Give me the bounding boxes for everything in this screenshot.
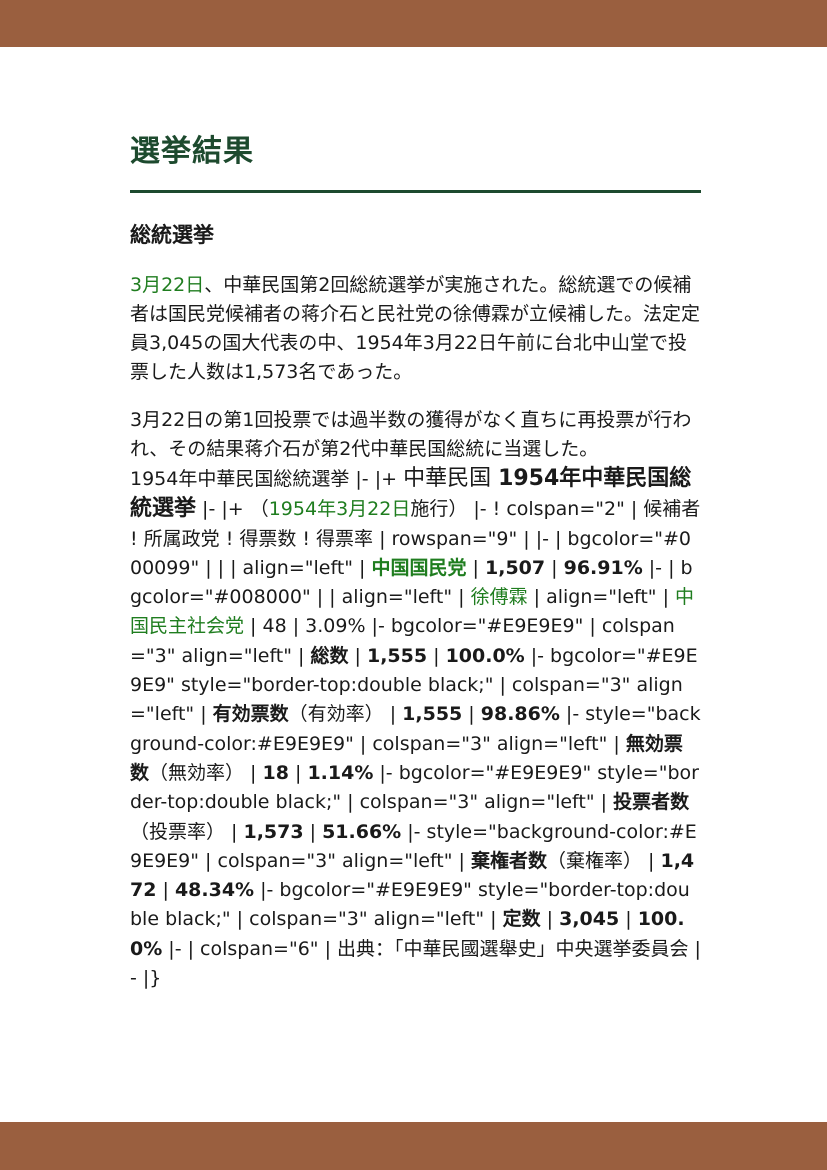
- paragraph-1-text: 、中華民国第2回総統選挙が実施された。総統選での候補者は国民党候補者の蒋介石と民…: [130, 274, 701, 383]
- count-value: 1,573: [243, 820, 304, 843]
- date-link-2[interactable]: 1954年3月22日: [269, 498, 411, 520]
- wiki-text: |: [288, 761, 308, 784]
- wiki-text: （有効率） |: [288, 703, 403, 726]
- bottom-band: [0, 1122, 827, 1170]
- row-label: 投票者数: [613, 791, 690, 814]
- section-heading: 総統選挙: [130, 223, 214, 247]
- wiki-text: |: [540, 908, 560, 931]
- top-band: [0, 0, 827, 47]
- wiki-caption-country: 中華民国: [403, 466, 499, 491]
- count-value: 18: [262, 761, 289, 784]
- count-value: 1,555: [402, 703, 463, 726]
- party-link-kmt[interactable]: 中国国民党: [372, 557, 467, 579]
- wiki-text: （投票率） |: [130, 820, 244, 843]
- wiki-text: |- | colspan="6" | 出典：「中華民國選舉史」中央選挙委員会 |…: [130, 937, 701, 990]
- percent-value: 51.66%: [322, 820, 402, 843]
- wiki-text: （無効率） |: [149, 761, 263, 784]
- wiki-text: |: [545, 556, 564, 579]
- row-label: 総数: [310, 644, 349, 667]
- percent-value: 48.34%: [174, 879, 255, 902]
- wiki-text: 1954年中華民国総統選挙 |- |+: [130, 468, 404, 490]
- wiki-text: |- |+ （: [196, 498, 269, 521]
- percent-value: 96.91%: [563, 556, 643, 579]
- row-label: 有効票数: [212, 703, 289, 726]
- percent-value: 98.86%: [480, 703, 560, 726]
- paragraph-2: 3月22日の第1回投票では過半数の獲得がなく直ちに再投票が行われ、その結果蒋介石…: [130, 409, 692, 460]
- count-value: 1,555: [366, 644, 428, 667]
- wiki-text: |: [348, 644, 367, 667]
- percent-value: 100.0%: [445, 644, 525, 667]
- page-title: 選挙結果: [130, 134, 254, 169]
- article: 選挙結果 総統選挙 3月22日、中華民国第2回総統選挙が実施された。総統選での候…: [130, 126, 701, 993]
- count-value: 3,045: [559, 908, 620, 931]
- wiki-text: | align="left" |: [527, 586, 676, 609]
- raw-wiki-table-text: 1954年中華民国総統選挙 |- |+ 中華民国 1954年中華民国総統選挙 |…: [130, 464, 701, 993]
- wiki-text: （棄権率） |: [547, 849, 661, 872]
- title-divider: [130, 190, 701, 193]
- date-link[interactable]: 3月22日: [130, 274, 204, 296]
- wiki-text: |: [303, 820, 323, 843]
- wiki-text: |: [462, 703, 481, 726]
- wiki-text: |: [427, 644, 446, 667]
- row-label: 棄権者数: [470, 849, 547, 872]
- wiki-text: |: [156, 879, 175, 902]
- paragraph-1: 3月22日、中華民国第2回総統選挙が実施された。総統選での候補者は国民党候補者の…: [130, 271, 701, 387]
- votes-value: 1,507: [485, 556, 546, 579]
- percent-value: 1.14%: [307, 761, 374, 784]
- wiki-text: |: [619, 908, 638, 931]
- row-label: 定数: [502, 908, 541, 931]
- wiki-text: |: [466, 556, 485, 579]
- candidate-link[interactable]: 徐傅霖: [471, 586, 528, 608]
